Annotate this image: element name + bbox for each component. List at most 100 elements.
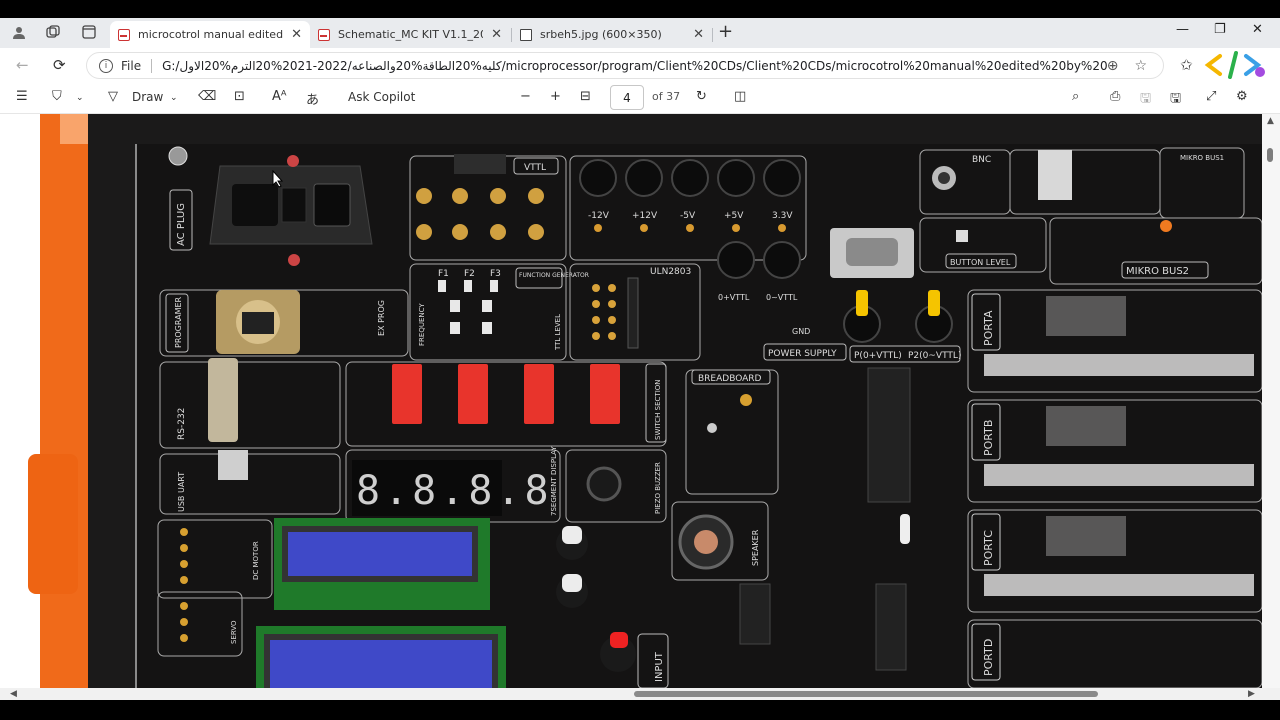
scroll-left-icon[interactable]: ◀	[10, 689, 17, 699]
new-tab-button[interactable]: +	[718, 21, 733, 42]
horizontal-scroll-thumb[interactable]	[634, 691, 1098, 697]
info-icon[interactable]: i	[99, 58, 113, 73]
screen-top-bar	[0, 0, 1280, 18]
pdf-icon	[318, 28, 330, 41]
close-icon[interactable]: ✕	[291, 27, 302, 42]
tab-divider	[712, 28, 713, 42]
tab-strip: microcotrol manual edited by lialy ✕ Sch…	[0, 18, 1280, 48]
save-as-icon[interactable]: 🖫	[1170, 89, 1181, 111]
svg-text:SPEAKER: SPEAKER	[751, 529, 760, 566]
zoom-icon[interactable]: ⊕	[1107, 58, 1119, 74]
svg-text:PROGRAMER: PROGRAMER	[174, 296, 183, 348]
back-icon[interactable]: ←	[16, 56, 29, 74]
vertical-scroll-thumb[interactable]	[1267, 148, 1273, 162]
fullscreen-icon[interactable]: ⤢	[1206, 89, 1216, 104]
svg-text:MIKRO BUS1: MIKRO BUS1	[1180, 154, 1224, 162]
svg-text:F1: F1	[438, 269, 449, 279]
workspaces-icon[interactable]	[46, 25, 60, 42]
svg-text:BUTTON LEVEL: BUTTON LEVEL	[950, 258, 1011, 267]
page-number-input[interactable]: 4	[610, 85, 644, 110]
svg-text:INPUT: INPUT	[654, 651, 665, 682]
svg-text:TTL LEVEL: TTL LEVEL	[554, 314, 562, 351]
tab-manual[interactable]: microcotrol manual edited by lialy ✕	[110, 21, 310, 48]
pdf-toolbar: ☰ ⛉ ⌄ ▽ Draw ⌄ ⌫ ⊡ Aᴬ あ Ask Copilot − + …	[0, 82, 1280, 114]
page-view-icon[interactable]: ◫	[734, 89, 746, 104]
favorite-star-icon[interactable]: ☆	[1134, 58, 1147, 74]
svg-text:PORTC: PORTC	[982, 530, 995, 566]
tab-schematic[interactable]: Schematic_MC KIT V1.1_2021-10- ✕	[310, 21, 510, 48]
draw-icon[interactable]: ▽	[108, 89, 118, 104]
svg-text:FUNCTION GENERATOR: FUNCTION GENERATOR	[519, 272, 589, 279]
fit-page-icon[interactable]: ⊟	[580, 89, 591, 104]
scroll-right-icon[interactable]: ▶	[1248, 689, 1255, 699]
close-window-button[interactable]: ✕	[1252, 22, 1263, 37]
vertical-tabs-icon[interactable]	[82, 25, 96, 42]
svg-text:SWITCH SECTION: SWITCH SECTION	[654, 379, 662, 440]
svg-text:F2: F2	[464, 269, 475, 279]
tab-title: Schematic_MC KIT V1.1_2021-10-	[338, 28, 483, 41]
svg-text:USB UART: USB UART	[177, 472, 186, 512]
favorites-icon[interactable]: ✩	[1180, 56, 1193, 74]
refresh-icon[interactable]: ⟳	[53, 56, 66, 74]
profile-icon[interactable]	[12, 25, 26, 39]
text-box-icon[interactable]: ⊡	[234, 89, 245, 104]
chevron-down-icon[interactable]: ⌄	[170, 93, 178, 103]
address-row: ← ⟳ i File G:/كليه%20الطاقة%20والصناعه/2…	[0, 48, 1280, 82]
divider	[151, 58, 153, 73]
zoom-in-icon[interactable]: +	[550, 89, 561, 104]
contents-icon[interactable]: ☰	[16, 89, 28, 104]
url-text[interactable]: G:/كليه%20الطاقة%20والصناعه/2022-2021%20…	[162, 59, 1107, 73]
settings-gear-icon[interactable]: ⚙	[1236, 89, 1248, 104]
svg-text:MIKRO BUS2: MIKRO BUS2	[1126, 266, 1189, 277]
scroll-up-icon[interactable]: ▲	[1267, 116, 1274, 126]
vertical-scrollbar[interactable]: ▲	[1262, 114, 1280, 688]
svg-text:-12V: -12V	[588, 211, 610, 221]
address-bar[interactable]: i File G:/كليه%20الطاقة%20والصناعه/2022-…	[86, 52, 1164, 79]
eraser-icon[interactable]: ⌫	[198, 89, 216, 104]
svg-text:RS-232: RS-232	[177, 408, 187, 440]
copilot-logo-icon[interactable]	[1202, 48, 1272, 85]
tab-title: microcotrol manual edited by lialy	[138, 28, 284, 41]
svg-text:7SEGMENT DISPLAY: 7SEGMENT DISPLAY	[550, 446, 558, 516]
svg-text:+12V: +12V	[632, 211, 658, 221]
svg-text:DC MOTOR: DC MOTOR	[252, 541, 260, 580]
svg-text:BNC: BNC	[972, 155, 991, 165]
close-icon[interactable]: ✕	[491, 27, 502, 42]
pdf-icon	[118, 28, 130, 41]
highlight-icon[interactable]: ⛉	[52, 89, 62, 104]
page-number: 4	[623, 90, 631, 105]
svg-text:EX PROG: EX PROG	[377, 300, 386, 336]
restore-button[interactable]: ❐	[1214, 22, 1226, 37]
screen-bottom-bar	[0, 700, 1280, 720]
svg-text:F3: F3	[490, 269, 501, 279]
svg-text:POWER SUPPLY: POWER SUPPLY	[768, 349, 837, 359]
horizontal-scrollbar[interactable]: ◀ ▶	[0, 688, 1280, 700]
translate-icon[interactable]: あ	[306, 89, 319, 108]
svg-text:-5V: -5V	[680, 211, 696, 221]
page-total: of 37	[652, 90, 681, 103]
zoom-out-icon[interactable]: −	[520, 89, 531, 104]
minimize-button[interactable]: —	[1176, 22, 1189, 37]
svg-text:FREQUENCY: FREQUENCY	[418, 303, 426, 346]
read-aloud-icon[interactable]: Aᴬ	[272, 89, 287, 104]
chevron-down-icon[interactable]: ⌄	[76, 93, 84, 103]
ac-plug-label: AC PLUG	[176, 203, 187, 246]
svg-text:SERVO: SERVO	[230, 620, 238, 644]
scheme-label: File	[121, 58, 142, 73]
search-icon[interactable]: ⌕	[1072, 89, 1079, 104]
svg-text:PORTD: PORTD	[982, 639, 995, 676]
svg-text:PORTB: PORTB	[982, 420, 995, 456]
ask-copilot-button[interactable]: Ask Copilot	[348, 90, 415, 104]
rotate-icon[interactable]: ↻	[696, 89, 707, 104]
save-icon[interactable]: 🖫	[1140, 89, 1151, 111]
svg-text:GND: GND	[792, 327, 810, 336]
pdf-viewport[interactable]: AC PLUG PROGRAMER EX PROG RS-232 USB UAR…	[0, 114, 1280, 688]
close-icon[interactable]: ✕	[693, 27, 704, 42]
svg-text:3.3V: 3.3V	[772, 211, 793, 221]
draw-button[interactable]: Draw	[132, 90, 163, 104]
mouse-cursor-icon	[272, 169, 284, 191]
tab-image[interactable]: srbeh5.jpg (600×350) ✕	[512, 21, 712, 48]
svg-text:P(0+VTTL): P(0+VTTL)	[854, 351, 902, 361]
svg-text:8.8.8.8: 8.8.8.8	[356, 468, 553, 514]
print-icon[interactable]: ⎙	[1110, 89, 1120, 104]
